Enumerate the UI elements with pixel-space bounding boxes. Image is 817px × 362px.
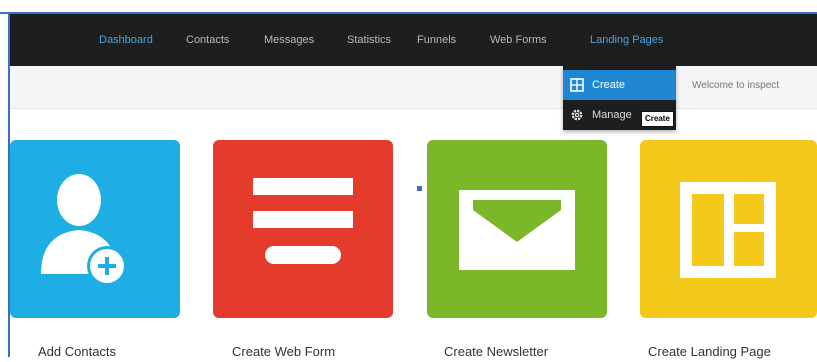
top-navbar: Dashboard Contacts Messages Statistics F… xyxy=(10,14,817,66)
selection-marker xyxy=(417,186,422,191)
nav-contacts[interactable]: Contacts xyxy=(186,34,229,46)
tile-create-web-form[interactable] xyxy=(213,140,393,318)
dropdown-item-manage-label: Manage xyxy=(592,109,632,121)
landing-page-icon xyxy=(680,182,776,278)
dropdown-item-create[interactable]: Create xyxy=(563,70,676,100)
nav-statistics[interactable]: Statistics xyxy=(347,34,391,46)
tile-label-create-web-form[interactable]: Create Web Form xyxy=(232,344,335,359)
tile-label-create-newsletter[interactable]: Create Newsletter xyxy=(444,344,548,359)
gear-icon xyxy=(570,108,584,122)
web-form-icon xyxy=(253,178,353,264)
nav-web-forms[interactable]: Web Forms xyxy=(490,34,547,46)
tile-create-newsletter[interactable] xyxy=(427,140,607,318)
tooltip: Create xyxy=(641,111,674,127)
nav-messages[interactable]: Messages xyxy=(264,34,314,46)
nav-landing-pages[interactable]: Landing Pages xyxy=(590,34,663,46)
tile-label-add-contacts[interactable]: Add Contacts xyxy=(38,344,116,359)
tile-add-contacts[interactable] xyxy=(10,140,180,318)
tile-create-landing-page[interactable] xyxy=(640,140,817,318)
tile-label-create-landing-page[interactable]: Create Landing Page xyxy=(648,344,771,359)
nav-dashboard[interactable]: Dashboard xyxy=(99,34,153,46)
add-contact-icon xyxy=(41,174,127,286)
welcome-text: Welcome to inspect xyxy=(692,80,780,91)
dropdown-item-create-label: Create xyxy=(592,79,626,91)
envelope-icon xyxy=(459,190,575,270)
nav-funnels[interactable]: Funnels xyxy=(417,34,456,46)
grid-icon xyxy=(570,78,584,92)
